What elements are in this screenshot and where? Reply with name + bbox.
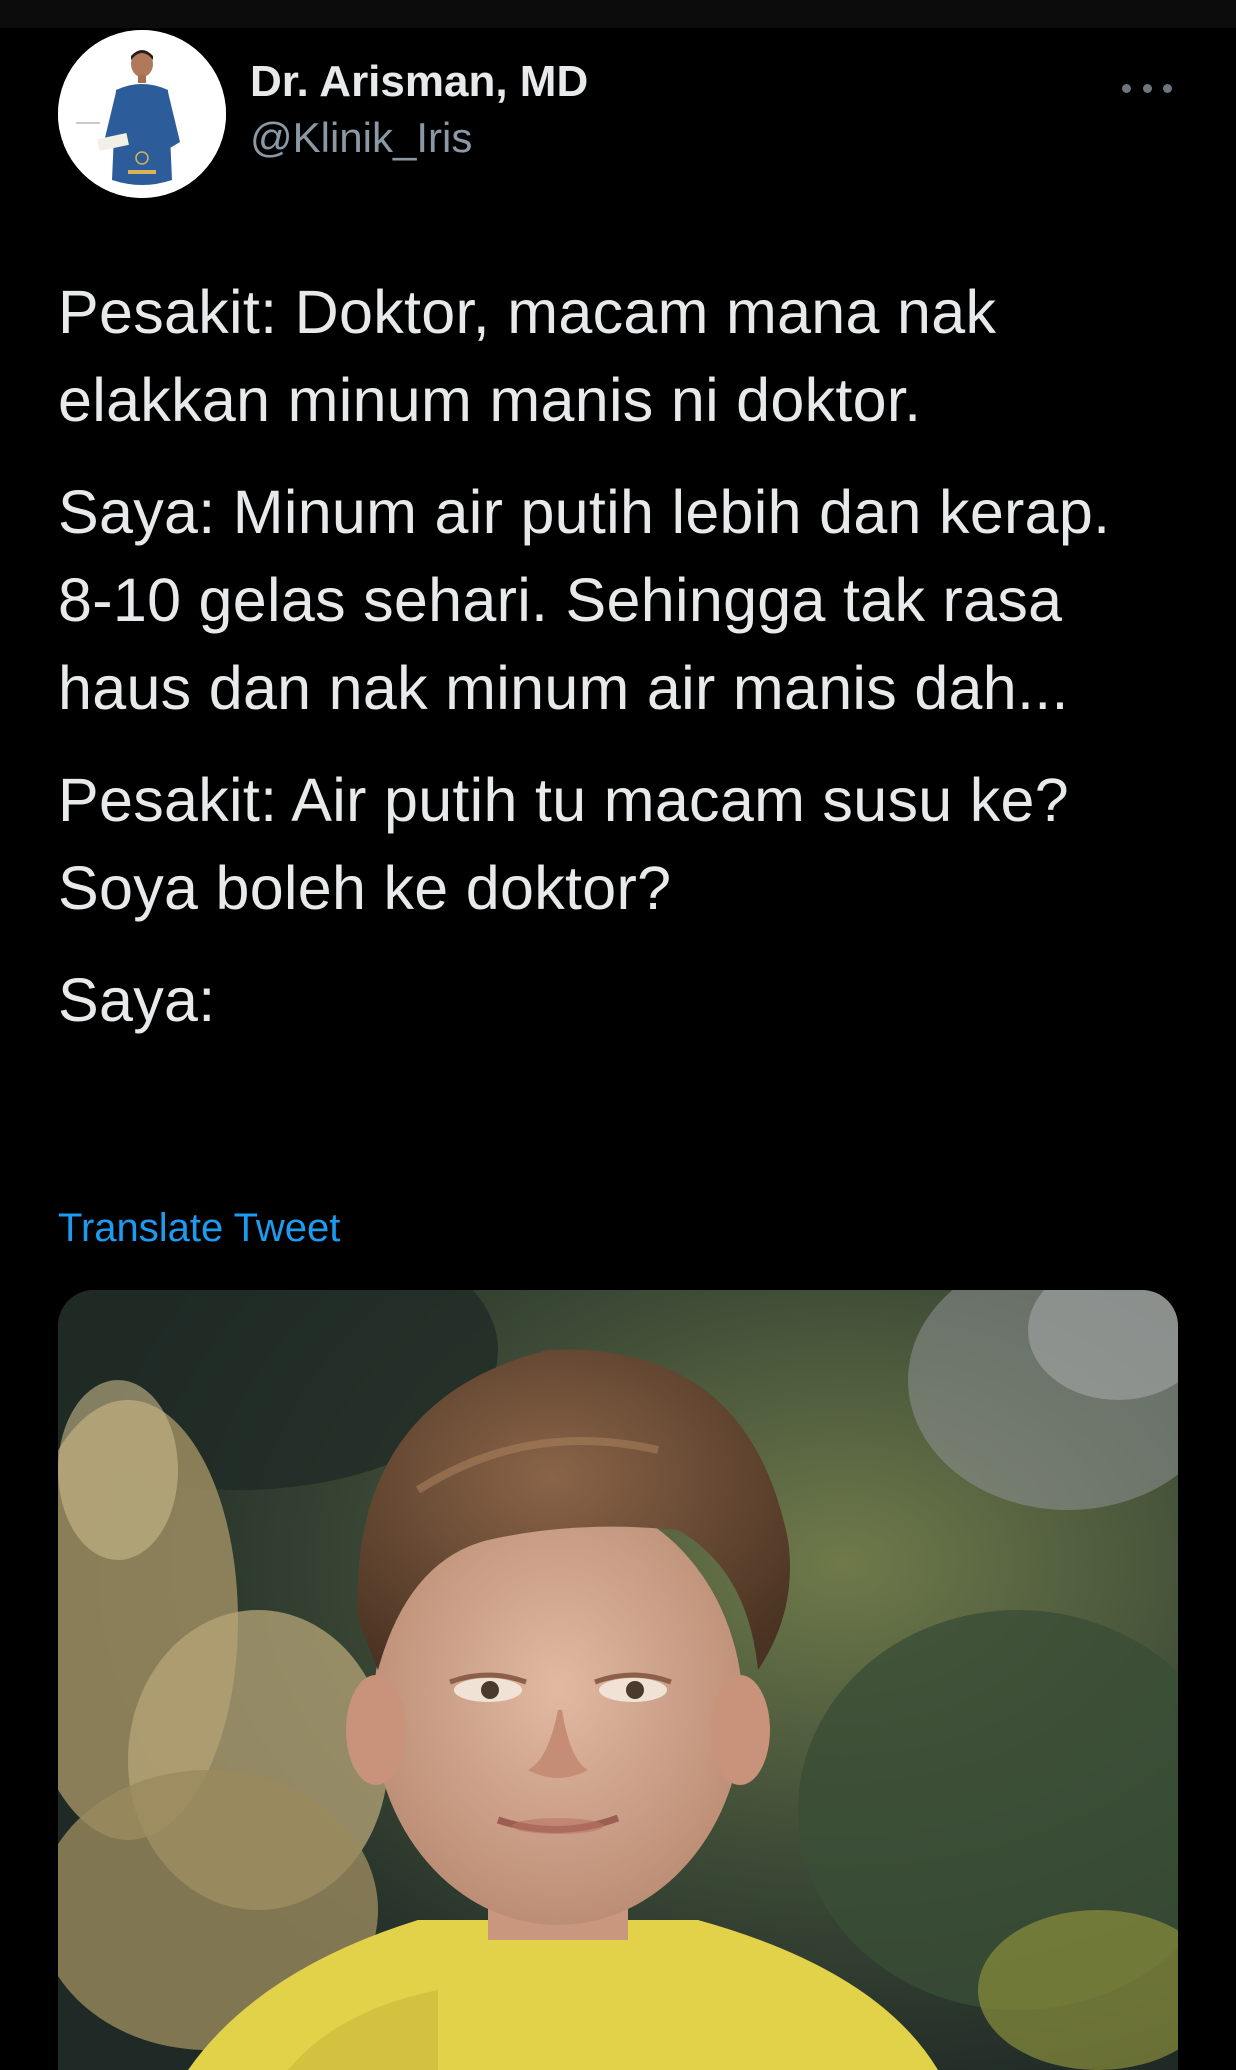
tweet-paragraph: Saya: [58,966,216,1034]
tweet-paragraph: Saya: Minum air putih lebih dan kerap. 8… [58,478,1111,722]
more-options-icon[interactable] [1122,78,1172,98]
tweet-media-image[interactable] [58,1290,1178,2070]
more-dot [1142,83,1152,93]
tweet-author[interactable]: Dr. Arisman, MD @Klinik_Iris [250,56,588,164]
meme-photo-boy [58,1290,1178,2070]
avatar[interactable] [58,30,226,198]
avatar-doctor-image [58,30,226,198]
more-dot [1122,83,1131,93]
author-display-name[interactable]: Dr. Arisman, MD [250,56,588,108]
tweet-paragraph: Pesakit: Doktor, macam mana nak elakkan … [58,278,997,434]
tweet-text: Pesakit: Doktor, macam mana nak elakkan … [58,268,1178,1068]
tweet-paragraph: Pesakit: Air putih tu macam susu ke? Soy… [58,766,1069,922]
author-handle[interactable]: @Klinik_Iris [250,112,588,164]
status-bar [0,0,1236,28]
more-dot [1163,83,1172,93]
tweet: Dr. Arisman, MD @Klinik_Iris Pesakit: Do… [0,28,1236,2070]
translate-tweet-link[interactable]: Translate Tweet [58,1206,340,1251]
